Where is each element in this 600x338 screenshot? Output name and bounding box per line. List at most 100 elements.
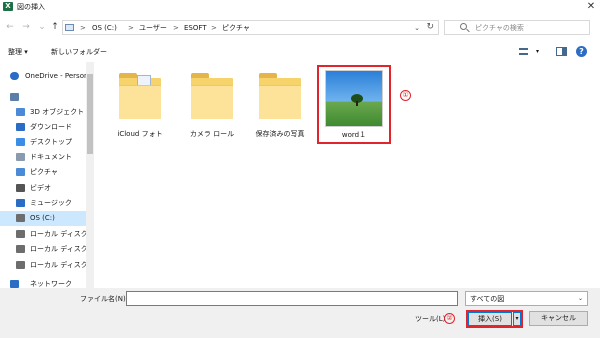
up-button[interactable]: ↑: [50, 21, 60, 33]
sidebar-item-label: 3D オブジェクト: [30, 108, 85, 116]
title-bar: X 図の挿入 ✕: [0, 0, 600, 14]
dialog-title: 図の挿入: [17, 3, 45, 11]
search-icon: [460, 23, 467, 30]
sidebar-item[interactable]: ダウンロード: [0, 120, 86, 135]
step-marker-2: ②: [444, 313, 455, 324]
sidebar-item[interactable]: [0, 90, 86, 105]
view-dropdown-icon[interactable]: ▾: [536, 47, 539, 57]
search-placeholder: ピクチャの検索: [475, 24, 524, 32]
search-input[interactable]: ピクチャの検索: [444, 20, 590, 35]
drive-icon: [16, 261, 25, 269]
pictures-icon: [16, 168, 25, 176]
file-list: iCloud フォト カメラ ロール 保存済みの写真 word１ ①: [94, 62, 600, 288]
sidebar-item[interactable]: ビデオ: [0, 181, 86, 196]
new-folder-button[interactable]: 新しいフォルダー: [51, 47, 107, 57]
file-label: 保存済みの写真: [255, 130, 305, 138]
sidebar-item[interactable]: ローカル ディスク (F: [0, 258, 94, 273]
filetype-select[interactable]: すべての図 ⌄: [465, 291, 588, 306]
sidebar-item[interactable]: OneDrive - Person: [0, 69, 89, 84]
breadcrumb-esoft[interactable]: ESOFT: [184, 23, 207, 33]
filetype-value: すべての図: [470, 295, 505, 303]
folder-icon: [191, 73, 233, 119]
dialog-footer: ファイル名(N): すべての図 ⌄ ツール(L) ② 挿入(S) ▾ キャンセル: [0, 288, 600, 338]
breadcrumb-users[interactable]: ユーザー: [139, 23, 167, 33]
navigation-pane: OneDrive - Person 3D オブジェクト ダウンロード デスクトップ ドキ…: [0, 62, 94, 288]
sidebar-item-label: ドキュメント: [30, 153, 72, 161]
organize-button[interactable]: 整理 ▾: [8, 47, 28, 57]
nav-scrollbar[interactable]: [86, 62, 94, 288]
cancel-button[interactable]: キャンセル: [529, 311, 588, 326]
address-bar[interactable]: > OS (C:) > ユーザー > ESOFT > ピクチャ ⌄ ↻: [62, 20, 439, 35]
desktop-icon: [16, 138, 25, 146]
folder-item-saved-pictures[interactable]: 保存済みの写真: [244, 67, 316, 145]
help-icon[interactable]: ?: [576, 46, 587, 57]
image-thumbnail: [325, 70, 383, 127]
folder-item-camera-roll[interactable]: カメラ ロール: [176, 67, 248, 145]
sidebar-item[interactable]: ドキュメント: [0, 150, 86, 165]
drive-icon: [16, 245, 25, 253]
insert-button[interactable]: 挿入(S): [468, 312, 512, 326]
tools-menu[interactable]: ツール(L): [415, 314, 445, 324]
forward-button[interactable]: →: [21, 21, 31, 33]
filename-input[interactable]: [126, 291, 458, 306]
breadcrumb-separator[interactable]: >: [173, 23, 179, 33]
sidebar-item-label: デスクトップ: [30, 138, 72, 146]
sidebar-item-label: ダウンロード: [30, 123, 72, 131]
sidebar-item[interactable]: デスクトップ: [0, 135, 86, 150]
drive-icon: [16, 230, 25, 238]
refresh-button[interactable]: ↻: [426, 22, 434, 33]
file-label: カメラ ロール: [189, 130, 235, 138]
breadcrumb-separator[interactable]: >: [80, 23, 86, 33]
view-icon[interactable]: [519, 48, 528, 55]
breadcrumb-separator[interactable]: >: [128, 23, 134, 33]
sidebar-item-label: ピクチャ: [30, 168, 58, 176]
sidebar-item[interactable]: 3D オブジェクト: [0, 105, 86, 120]
sidebar-item[interactable]: ネットワーク: [0, 277, 86, 288]
sidebar-item[interactable]: OS (C:): [0, 211, 86, 226]
sidebar-item-label: ローカル ディスク (F: [30, 261, 94, 269]
back-button[interactable]: ←: [5, 21, 15, 33]
sidebar-item-label: ローカル ディスク (D: [30, 230, 94, 238]
cube-icon: [16, 108, 25, 116]
video-icon: [16, 184, 25, 192]
document-icon: [16, 153, 25, 161]
file-label: iCloud フォト: [117, 130, 163, 138]
recent-locations-button[interactable]: ⌄: [37, 21, 47, 33]
filename-label: ファイル名(N):: [80, 295, 129, 303]
address-dropdown-icon[interactable]: ⌄: [414, 23, 420, 33]
nav-scrollbar-thumb[interactable]: [87, 74, 93, 154]
preview-pane-icon[interactable]: [556, 47, 567, 56]
chevron-down-icon: ⌄: [577, 295, 583, 302]
sidebar-item-label: ミュージック: [30, 199, 72, 207]
sidebar-item[interactable]: ミュージック: [0, 196, 86, 211]
command-bar: 整理 ▾ 新しいフォルダー ▾ ?: [0, 42, 600, 62]
sidebar-item-label: ビデオ: [30, 184, 51, 192]
sidebar-item[interactable]: ピクチャ: [0, 165, 86, 180]
insert-button-group: 挿入(S) ▾: [466, 310, 523, 328]
folder-icon: [119, 73, 161, 119]
pc-icon: [10, 93, 19, 101]
close-button[interactable]: ✕: [582, 0, 600, 14]
breadcrumb-separator[interactable]: >: [211, 23, 217, 33]
sidebar-item-label: OS (C:): [30, 214, 55, 222]
sidebar-item-label: ローカル ディスク (E: [30, 245, 94, 253]
folder-item-icloud-photos[interactable]: iCloud フォト: [104, 67, 176, 145]
network-icon: [10, 280, 19, 288]
excel-icon: X: [3, 2, 13, 11]
sidebar-item-label: OneDrive - Person: [25, 72, 89, 80]
file-label: word１: [341, 131, 367, 139]
sidebar-item-label: ネットワーク: [30, 280, 72, 288]
sidebar-item[interactable]: ローカル ディスク (D: [0, 227, 94, 242]
image-item-word1[interactable]: word１: [317, 65, 391, 144]
breadcrumb-pictures[interactable]: ピクチャ: [222, 23, 250, 33]
breadcrumb-os-c[interactable]: OS (C:): [92, 23, 117, 33]
folder-icon: [65, 24, 74, 31]
music-icon: [16, 199, 25, 207]
drive-icon: [16, 214, 25, 222]
sidebar-item[interactable]: ローカル ディスク (E: [0, 242, 94, 257]
folder-icon: [259, 73, 301, 119]
cloud-icon: [10, 72, 19, 80]
step-marker-1: ①: [400, 90, 411, 101]
insert-dropdown-button[interactable]: ▾: [513, 312, 521, 326]
download-icon: [16, 123, 25, 131]
